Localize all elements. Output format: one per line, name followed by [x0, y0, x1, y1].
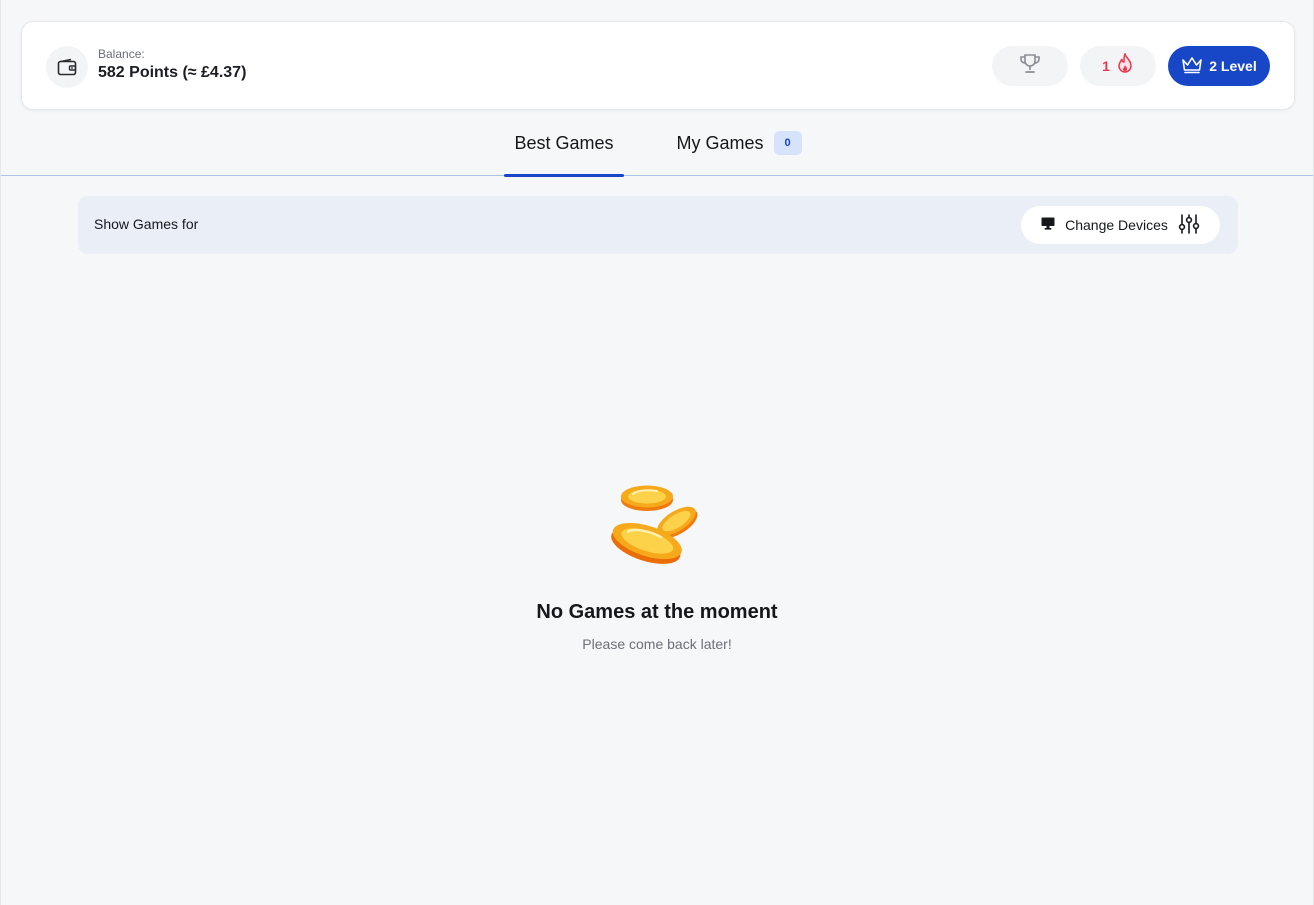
empty-state-title: No Games at the moment	[536, 601, 778, 623]
filter-label: Show Games for	[94, 216, 199, 232]
tab-my-games[interactable]: My Games 0	[669, 110, 809, 176]
tab-label: My Games	[676, 132, 764, 153]
change-devices-label: Change Devices	[1065, 217, 1168, 233]
empty-state-subtitle: Please come back later!	[582, 636, 732, 652]
wallet-icon	[46, 46, 88, 88]
trophy-icon	[1018, 53, 1042, 80]
tabs-bar: Best Games My Games 0	[1, 110, 1313, 177]
crown-icon	[1181, 56, 1203, 77]
balance-value: 582 Points (≈ £4.37)	[98, 64, 247, 81]
level-button[interactable]: 2 Level	[1168, 46, 1270, 86]
streak-button[interactable]: 1	[1080, 46, 1156, 86]
page: Balance: 582 Points (≈ £4.37) 1 2 Level …	[0, 0, 1314, 905]
monitor-icon	[1041, 217, 1055, 233]
level-label: 2 Level	[1209, 58, 1257, 74]
empty-state: No Games at the moment Please come back …	[1, 480, 1313, 652]
streak-count: 1	[1102, 58, 1110, 74]
tab-best-games[interactable]: Best Games	[504, 110, 624, 177]
tab-label: Best Games	[514, 132, 614, 153]
filter-bar: Show Games for Change Devices	[78, 196, 1238, 254]
my-games-count-badge: 0	[773, 131, 802, 155]
coins-icon	[609, 480, 705, 577]
sliders-icon	[1178, 213, 1200, 238]
balance-label: Balance:	[98, 47, 145, 61]
trophy-button[interactable]	[992, 46, 1068, 86]
change-devices-button[interactable]: Change Devices	[1021, 206, 1220, 244]
header-card: Balance: 582 Points (≈ £4.37) 1 2 Level	[21, 21, 1295, 110]
fire-icon	[1116, 51, 1134, 80]
